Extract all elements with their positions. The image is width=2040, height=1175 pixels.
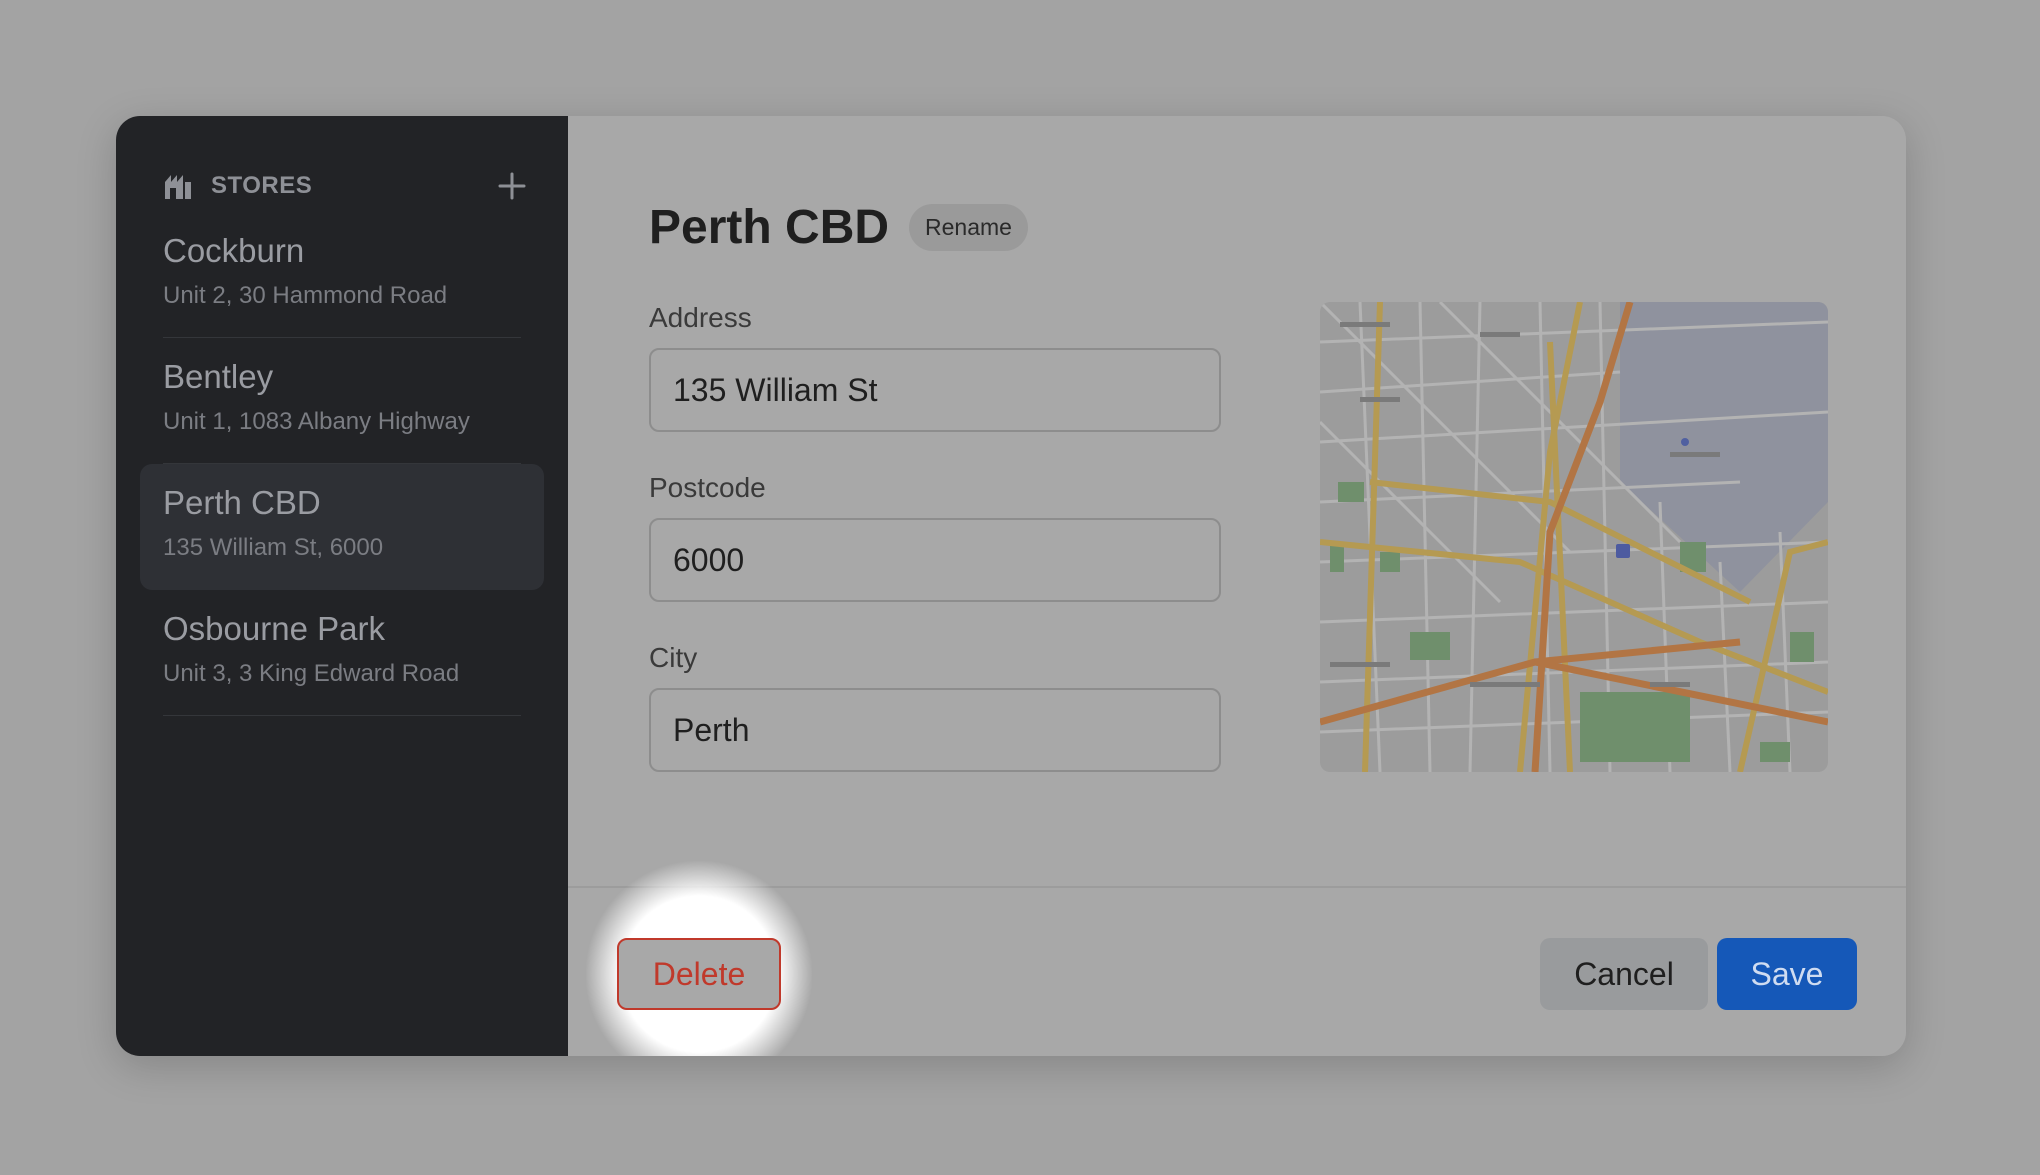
store-address: Unit 3, 3 King Edward Road (163, 660, 460, 687)
rename-button[interactable]: Rename (909, 204, 1028, 251)
add-store-button[interactable] (494, 168, 530, 204)
page-title: Perth CBD (649, 201, 890, 254)
cancel-button[interactable]: Cancel (1540, 938, 1708, 1010)
stores-sidebar: STORES Cockburn Unit 2, 30 Hammond Road … (116, 116, 568, 1056)
store-editor-modal: STORES Cockburn Unit 2, 30 Hammond Road … (116, 116, 1906, 1056)
sidebar-header: STORES (116, 164, 568, 208)
sidebar-title: STORES (211, 172, 313, 199)
delete-button[interactable]: Delete (617, 938, 781, 1010)
city-label: City (649, 642, 698, 673)
address-label: Address (649, 302, 752, 333)
store-address: Unit 2, 30 Hammond Road (163, 282, 448, 309)
plus-icon (498, 172, 526, 200)
city-input[interactable] (649, 688, 1221, 772)
modal-footer: Delete Cancel Save (568, 859, 1906, 1056)
store-address: 135 William St, 6000 (163, 534, 384, 561)
postcode-field-group: Postcode (649, 472, 1221, 602)
map-thumbnail (1320, 302, 1828, 772)
store-detail-panel: Perth CBD Rename Address Postcode City (568, 116, 1906, 1056)
store-list-item-selected[interactable]: Perth CBD 135 William St, 6000 (140, 464, 544, 590)
store-address: Unit 1, 1083 Albany Highway (163, 408, 470, 435)
store-list-item[interactable]: Osbourne Park Unit 3, 3 King Edward Road (140, 590, 544, 716)
store-name: Osbourne Park (163, 610, 385, 647)
store-name: Perth CBD (163, 484, 321, 521)
address-input[interactable] (649, 348, 1221, 432)
store-name: Cockburn (163, 232, 305, 269)
store-list-item[interactable]: Cockburn Unit 2, 30 Hammond Road (140, 212, 544, 338)
store-list: Cockburn Unit 2, 30 Hammond Road Bentley… (116, 212, 568, 716)
address-field-group: Address (649, 302, 1221, 432)
store-list-item[interactable]: Bentley Unit 1, 1083 Albany Highway (140, 338, 544, 464)
postcode-input[interactable] (649, 518, 1221, 602)
postcode-label: Postcode (649, 472, 766, 503)
title-row: Perth CBD Rename (649, 200, 1028, 255)
save-button[interactable]: Save (1717, 938, 1857, 1010)
city-field-group: City (649, 642, 1221, 772)
store-name: Bentley (163, 358, 274, 395)
store-icon (163, 172, 193, 200)
